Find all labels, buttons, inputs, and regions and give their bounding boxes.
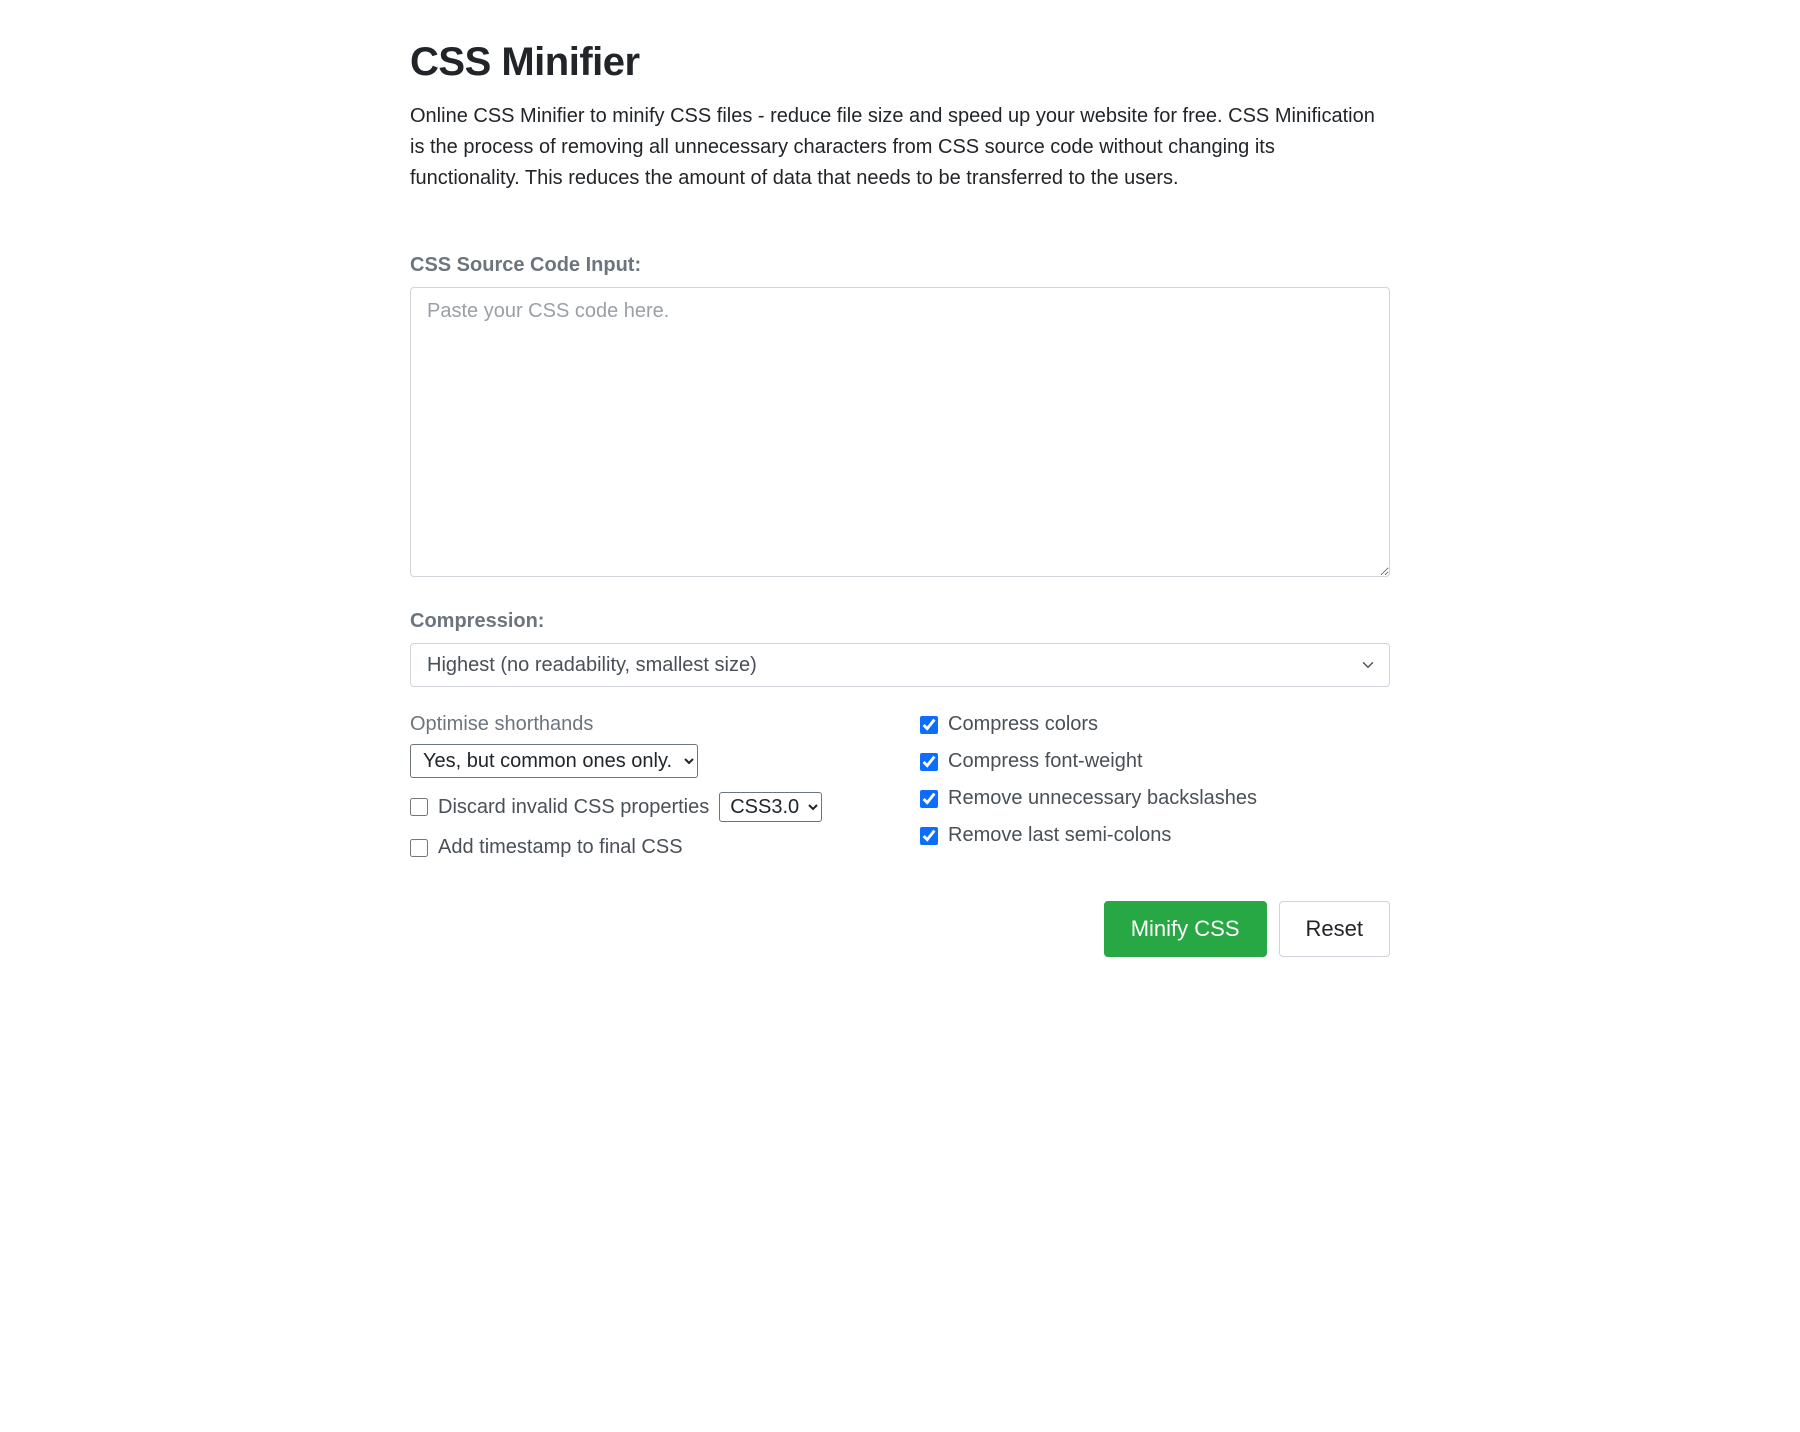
- css-input-label: CSS Source Code Input:: [410, 254, 1390, 277]
- discard-invalid-checkbox[interactable]: [410, 798, 428, 816]
- shorthands-select[interactable]: Yes, but common ones only.: [410, 744, 698, 778]
- remove-backslashes-checkbox[interactable]: [920, 790, 938, 808]
- css-version-select[interactable]: CSS3.0: [719, 792, 822, 822]
- compress-colors-checkbox[interactable]: [920, 716, 938, 734]
- discard-invalid-label[interactable]: Discard invalid CSS properties: [438, 796, 709, 819]
- page-title: CSS Minifier: [410, 40, 1390, 85]
- remove-semicolons-label[interactable]: Remove last semi-colons: [948, 824, 1171, 847]
- remove-backslashes-label[interactable]: Remove unnecessary backslashes: [948, 787, 1257, 810]
- shorthands-label: Optimise shorthands: [410, 713, 880, 736]
- remove-semicolons-checkbox[interactable]: [920, 827, 938, 845]
- compress-font-weight-checkbox[interactable]: [920, 753, 938, 771]
- compression-label: Compression:: [410, 610, 1390, 633]
- page-description: Online CSS Minifier to minify CSS files …: [410, 101, 1390, 194]
- reset-button[interactable]: Reset: [1279, 901, 1390, 957]
- add-timestamp-label[interactable]: Add timestamp to final CSS: [438, 836, 683, 859]
- compression-select[interactable]: Highest (no readability, smallest size): [410, 643, 1390, 687]
- add-timestamp-checkbox[interactable]: [410, 839, 428, 857]
- compress-font-weight-label[interactable]: Compress font-weight: [948, 750, 1143, 773]
- compress-colors-label[interactable]: Compress colors: [948, 713, 1098, 736]
- css-source-input[interactable]: [410, 287, 1390, 577]
- minify-button[interactable]: Minify CSS: [1104, 901, 1267, 957]
